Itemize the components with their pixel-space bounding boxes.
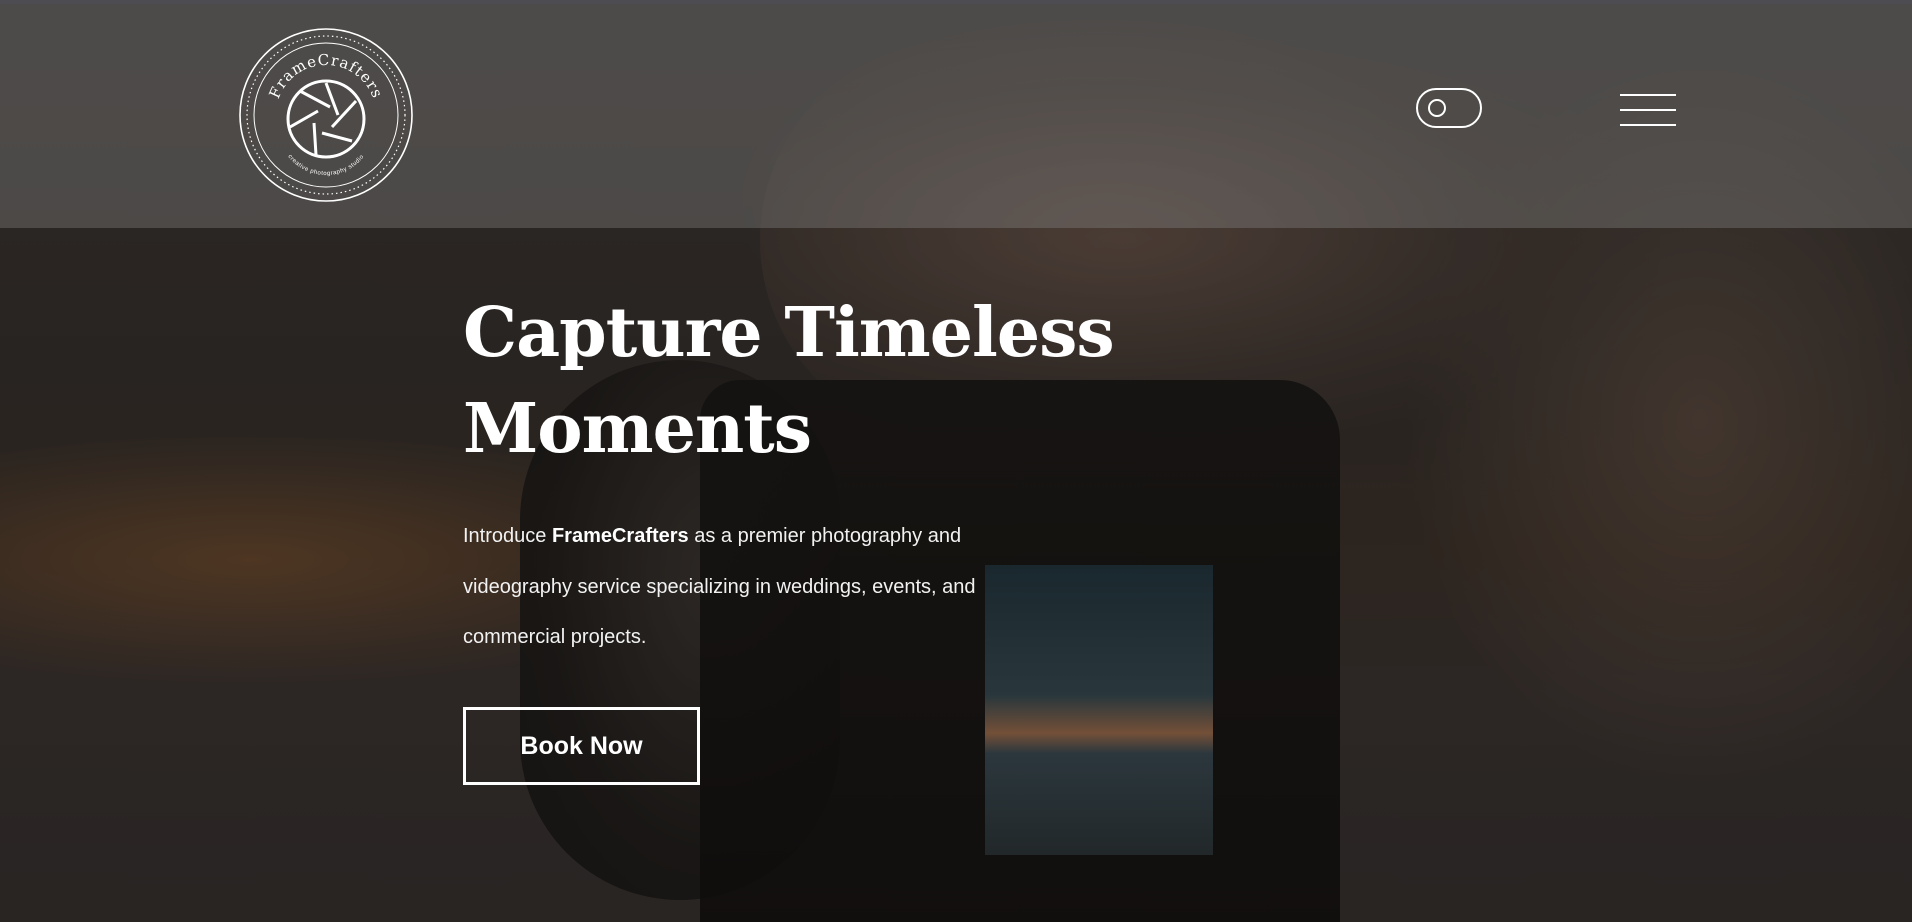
top-edge: [0, 0, 1912, 4]
hero-title-line-2: Moments: [463, 389, 812, 469]
hero-title-line-1: Capture Timeless: [463, 293, 1115, 373]
hero-description-brand: FrameCrafters: [551, 525, 689, 547]
menu-button[interactable]: [1620, 92, 1676, 128]
hamburger-menu-icon-line: [1620, 124, 1676, 126]
toggle-icon: [1428, 99, 1446, 117]
logo[interactable]: FrameCrafters creative photography studi…: [238, 27, 414, 203]
hero-content: Capture Timeless Moments Introduce Frame…: [463, 285, 1163, 663]
hamburger-menu-icon: [1620, 94, 1676, 96]
aperture-logo-icon: FrameCrafters creative photography studi…: [239, 28, 413, 202]
hero-description: Introduce FrameCrafters as a premier pho…: [463, 511, 1023, 663]
hero-title: Capture Timeless Moments: [463, 285, 1163, 477]
book-now-button[interactable]: Book Now: [463, 707, 700, 785]
hamburger-menu-icon-line: [1620, 109, 1676, 111]
logo-wordmark: FrameCrafters: [265, 51, 386, 101]
theme-toggle[interactable]: [1416, 88, 1482, 128]
page: FrameCrafters creative photography studi…: [0, 0, 1912, 922]
hero-description-prefix: Introduce: [463, 525, 547, 547]
